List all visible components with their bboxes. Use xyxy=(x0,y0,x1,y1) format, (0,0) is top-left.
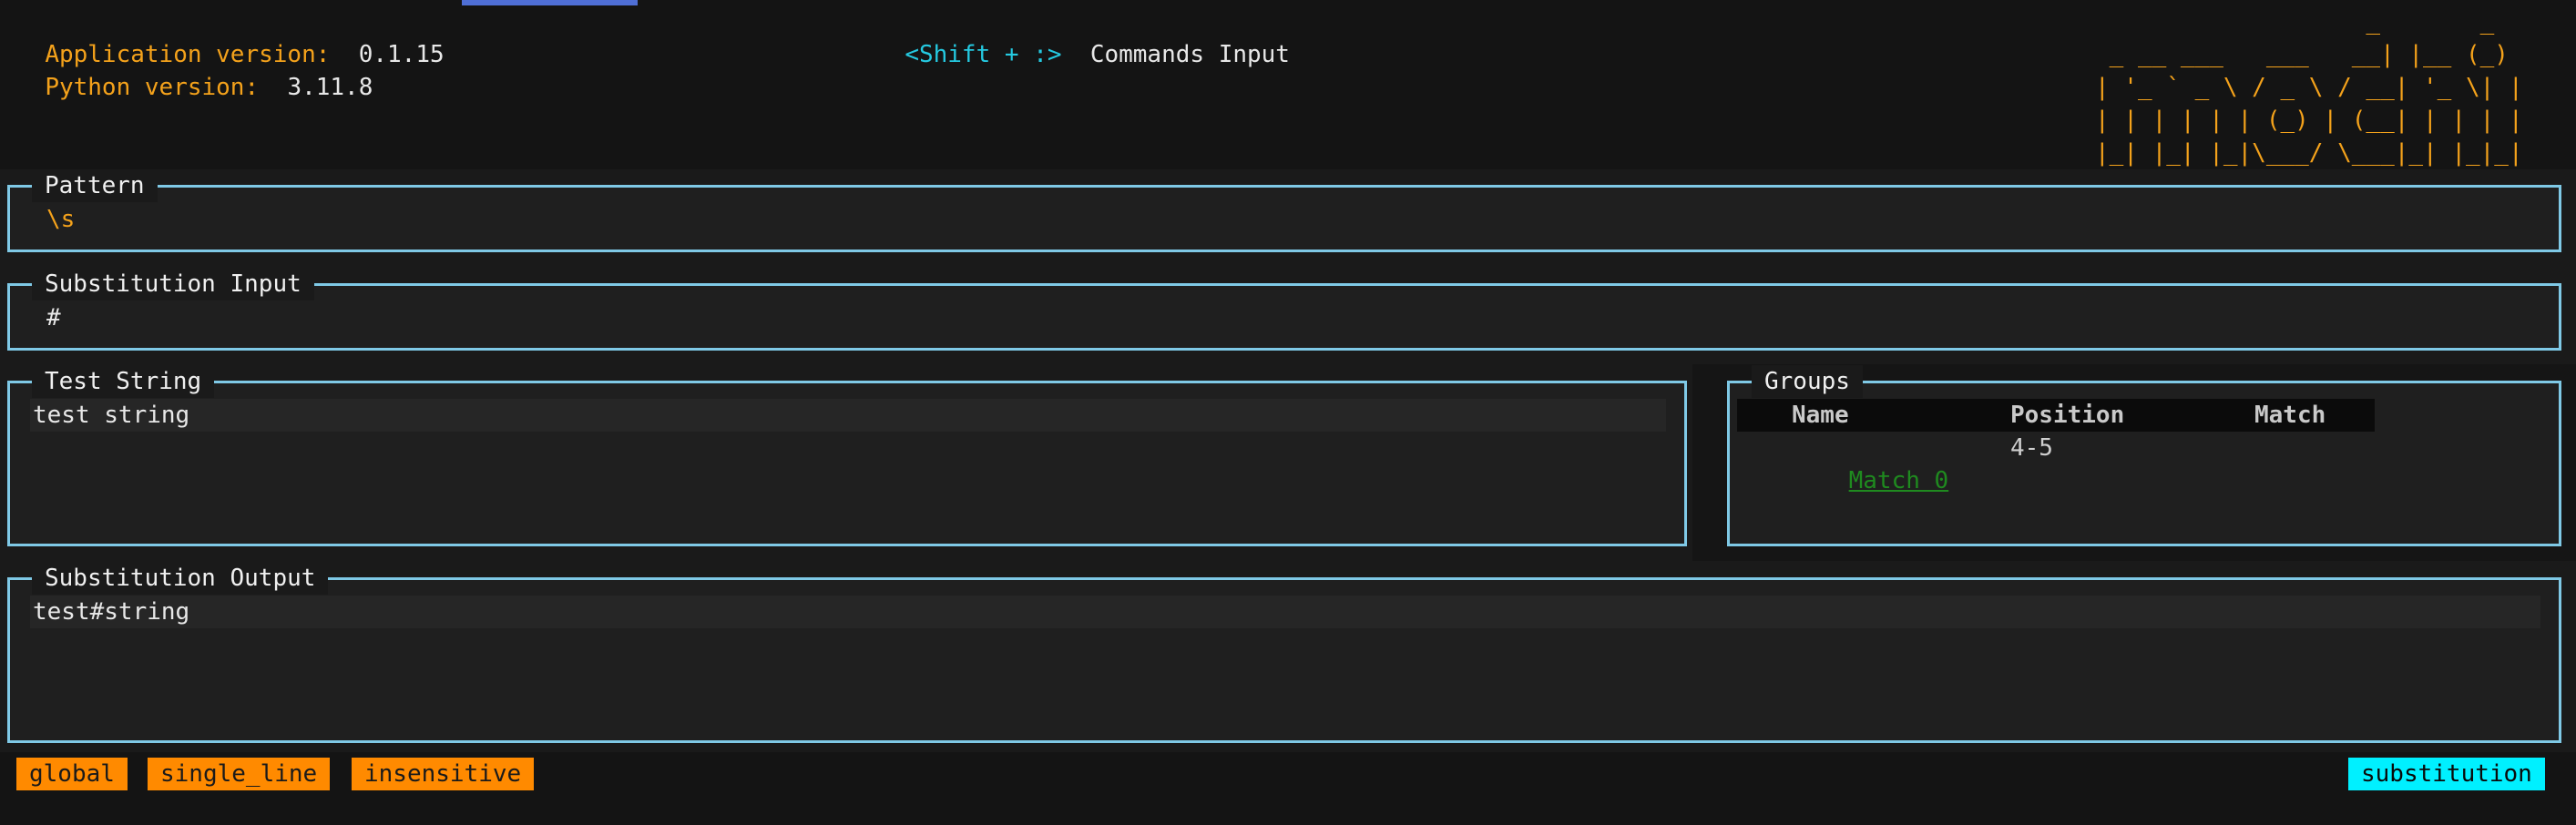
app-logo-ascii: _ _ _ __ ___ ___ __| |__ (_) | '_ ` _ \ … xyxy=(2095,8,2523,167)
commands-shortcut: <Shift + :> xyxy=(905,41,1062,68)
substitution-output-title: Substitution Output xyxy=(32,562,329,595)
column-header-name[interactable]: Name xyxy=(1792,399,1849,432)
flag-single-line-toggle[interactable]: single_line xyxy=(148,758,331,790)
groups-title: Groups xyxy=(1752,365,1863,398)
flag-global-toggle[interactable]: global xyxy=(16,758,128,790)
column-header-match[interactable]: Match xyxy=(2254,399,2326,432)
test-string-textarea[interactable]: test string xyxy=(33,399,189,432)
substitution-output-text[interactable]: test#string xyxy=(33,596,189,628)
substitution-input-title: Substitution Input xyxy=(32,268,314,300)
group-name-link[interactable]: Match 0 xyxy=(1849,467,1949,494)
group-position-cell: 4-5 xyxy=(2010,434,2053,462)
pattern-input[interactable]: \s xyxy=(46,203,75,236)
substitution-output-line-bg xyxy=(30,596,2540,628)
column-header-position[interactable]: Position xyxy=(2010,399,2124,432)
pattern-panel[interactable]: Pattern \s xyxy=(7,169,2561,252)
pattern-title: Pattern xyxy=(32,169,158,202)
active-tab-indicator xyxy=(462,0,638,5)
flag-insensitive-toggle[interactable]: insensitive xyxy=(352,758,535,790)
mode-substitution-badge[interactable]: substitution xyxy=(2348,758,2545,790)
groups-table-row[interactable]: Match 0 xyxy=(1792,432,1949,530)
python-version-label: Python version: xyxy=(45,74,260,101)
python-version-value: 3.11.8 xyxy=(287,74,373,101)
substitution-output-panel[interactable]: Substitution Output test#string xyxy=(7,562,2561,743)
python-version-line: Python version: 3.11.8 xyxy=(16,38,373,104)
substitution-input-field[interactable]: # xyxy=(46,301,61,334)
test-string-panel[interactable]: Test String test string xyxy=(7,365,1687,546)
groups-panel: Groups Name Position Match Match 0 4-5 xyxy=(1727,365,2561,546)
substitution-input-panel[interactable]: Substitution Input # xyxy=(7,268,2561,351)
commands-hint[interactable]: <Shift + :> Commands Input xyxy=(876,5,1290,71)
commands-input-label: Commands Input xyxy=(1089,41,1290,68)
test-string-line-bg xyxy=(30,399,1666,432)
groups-table-header: Name Position Match xyxy=(1737,399,2375,432)
test-string-title: Test String xyxy=(32,365,215,398)
